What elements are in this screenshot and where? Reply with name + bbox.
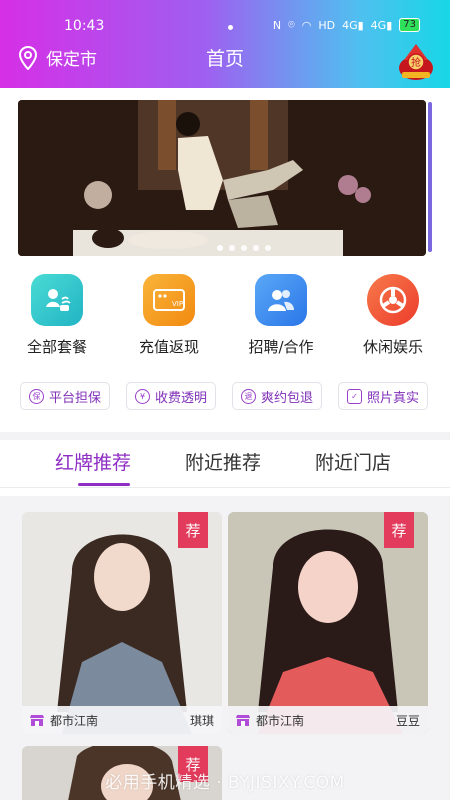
profile-name: 豆豆 (395, 713, 420, 728)
nfc-icon: N (272, 18, 282, 32)
recommend-badge: 荐 (384, 512, 414, 548)
quick-action-recruit[interactable]: 招聘/合作 (226, 274, 336, 357)
recommend-list: 荐 都市江南 琪琪 荐 都市江南 豆豆 荐 (0, 496, 450, 800)
tag-real-photos[interactable]: ✓ 照片真实 (338, 382, 429, 410)
app-header: 10:43 N ⌾ ◠ HD 4G▮ 4G▮ 73 保定市 首页 抢 (0, 0, 450, 88)
shield-check-icon: ✓ (347, 388, 362, 404)
store-icon (30, 715, 44, 726)
users-icon (255, 274, 307, 326)
banner-scroll-indicator (428, 102, 432, 252)
card-footer: 都市江南 琪琪 (22, 706, 222, 734)
store-name: 都市江南 (256, 713, 305, 728)
status-icons: N ⌾ ◠ HD 4G▮ 4G▮ 73 (273, 18, 420, 32)
quick-action-label: 全部套餐 (26, 338, 87, 356)
banner-dot[interactable] (265, 245, 271, 251)
promo-banner[interactable] (18, 100, 426, 256)
tag-transparent-pricing[interactable]: ¥ 收费透明 (126, 382, 217, 410)
category-tabs: 红牌推荐 附近推荐 附近门店 (0, 440, 450, 488)
banner-dot[interactable] (217, 245, 223, 251)
quick-action-label: 休闲娱乐 (362, 338, 423, 356)
profile-card[interactable]: 荐 都市江南 豆豆 (228, 512, 428, 734)
tag-platform-guarantee[interactable]: 保 平台担保 (20, 382, 111, 410)
status-bar: 10:43 N ⌾ ◠ HD 4G▮ 4G▮ 73 (0, 0, 450, 38)
banner-dot[interactable] (253, 245, 259, 251)
aperture-icon (367, 274, 419, 326)
tag-label: 爽约包退 (261, 390, 314, 406)
quick-action-label: 招聘/合作 (248, 338, 314, 356)
notification-dot-icon (228, 25, 233, 30)
profile-name: 琪琪 (189, 713, 214, 728)
page-title: 首页 (205, 48, 244, 70)
banner-dot[interactable] (229, 245, 235, 251)
tag-label: 照片真实 (367, 390, 420, 406)
quick-action-leisure[interactable]: 休闲娱乐 (338, 274, 448, 357)
quick-action-label: 充值返现 (138, 338, 199, 356)
svg-text:VIP: VIP (172, 300, 183, 308)
quick-action-recharge[interactable]: VIP 充值返现 (114, 274, 224, 357)
location-status-icon: ⌾ (288, 18, 295, 31)
wifi-icon: ◠ (301, 18, 312, 32)
signal-icon-2: 4G▮ (370, 18, 393, 32)
recommend-badge: 荐 (178, 512, 208, 548)
banner-dot[interactable] (241, 245, 247, 251)
profile-card[interactable]: 荐 都市江南 琪琪 (22, 512, 222, 734)
status-time: 10:43 (64, 18, 105, 34)
active-tab-indicator (78, 483, 130, 486)
yuan-icon: ¥ (135, 388, 150, 404)
battery-icon: 73 (399, 18, 420, 32)
guarantee-icon: 保 (29, 388, 44, 404)
banner-pagination (217, 245, 271, 251)
tag-label: 平台担保 (49, 390, 102, 406)
section-divider (0, 432, 450, 440)
main-content: 全部套餐 VIP 充值返现 招聘/合作 休闲娱乐 保 平台担保 ¥ 收费透明 退… (0, 88, 450, 800)
tag-refund[interactable]: 退 爽约包退 (232, 382, 323, 410)
quick-actions: 全部套餐 VIP 充值返现 招聘/合作 休闲娱乐 (0, 274, 450, 364)
tab-red-recommend[interactable]: 红牌推荐 (55, 448, 131, 475)
grab-label: 抢 (411, 56, 421, 69)
store-icon (236, 715, 250, 726)
grab-red-packet-button[interactable]: 抢 (396, 38, 436, 82)
hd-icon: HD (318, 18, 336, 32)
store-name: 都市江南 (50, 713, 99, 728)
guarantee-tags: 保 平台担保 ¥ 收费透明 退 爽约包退 ✓ 照片真实 (0, 382, 450, 416)
quick-action-all-packages[interactable]: 全部套餐 (2, 274, 112, 357)
watermark: 必用手机精选 · BYJISIXY.COM (105, 773, 345, 793)
card-footer: 都市江南 豆豆 (228, 706, 428, 734)
tab-nearby-recommend[interactable]: 附近推荐 (185, 448, 261, 475)
tag-label: 收费透明 (155, 390, 208, 406)
package-icon (31, 274, 83, 326)
refund-icon: 退 (241, 388, 256, 404)
tab-nearby-stores[interactable]: 附近门店 (315, 448, 391, 475)
banner-image (18, 100, 426, 256)
vip-card-icon: VIP (143, 274, 195, 326)
signal-icon-1: 4G▮ (342, 18, 364, 32)
